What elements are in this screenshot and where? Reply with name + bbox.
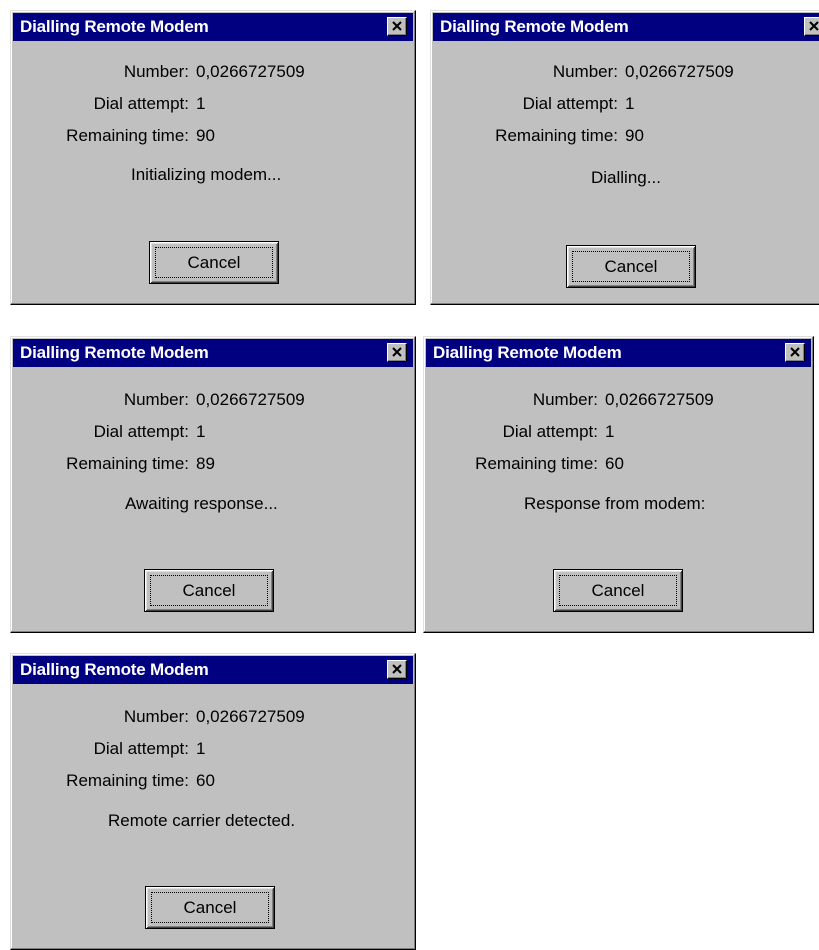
dialog-title: Dialling Remote Modem bbox=[20, 660, 209, 679]
remaining-time-label: Remaining time: bbox=[66, 126, 189, 145]
dial-attempt-value: 1 bbox=[605, 422, 615, 441]
close-icon bbox=[392, 21, 402, 31]
title-bar[interactable]: Dialling Remote Modem bbox=[426, 339, 811, 367]
close-button[interactable] bbox=[387, 660, 407, 679]
dialing-dialog-3: Dialling Remote Modem Number: 0,02667275… bbox=[10, 336, 416, 633]
close-button[interactable] bbox=[804, 17, 819, 36]
dialog-title: Dialling Remote Modem bbox=[440, 17, 629, 36]
close-button[interactable] bbox=[387, 343, 407, 362]
title-bar[interactable]: Dialling Remote Modem bbox=[13, 339, 413, 367]
remaining-time-value: 90 bbox=[625, 126, 644, 145]
remaining-time-value: 60 bbox=[196, 771, 215, 790]
number-value: 0,0266727509 bbox=[605, 390, 714, 409]
number-value: 0,0266727509 bbox=[196, 62, 305, 81]
number-label: Number: bbox=[123, 707, 189, 726]
dial-attempt-value: 1 bbox=[625, 94, 635, 113]
cancel-button-label: Cancel bbox=[187, 253, 241, 272]
remaining-time-label: Remaining time: bbox=[475, 454, 598, 473]
cancel-button-label: Cancel bbox=[183, 898, 237, 917]
dialing-dialog-2: Dialling Remote Modem Number: 0,02667275… bbox=[430, 10, 819, 305]
number-label: Number: bbox=[552, 62, 618, 81]
close-button[interactable] bbox=[387, 17, 407, 36]
remaining-time-value: 89 bbox=[196, 454, 215, 473]
dial-attempt-label: Dial attempt: bbox=[93, 422, 189, 441]
remaining-time-label: Remaining time: bbox=[66, 454, 189, 473]
remaining-time-value: 90 bbox=[196, 126, 215, 145]
status-text: Awaiting response... bbox=[125, 494, 278, 513]
dial-attempt-label: Dial attempt: bbox=[93, 94, 189, 113]
number-value: 0,0266727509 bbox=[196, 390, 305, 409]
dial-attempt-value: 1 bbox=[196, 739, 206, 758]
dialing-dialog-5: Dialling Remote Modem Number: 0,02667275… bbox=[10, 653, 416, 950]
cancel-button[interactable]: Cancel bbox=[553, 569, 683, 612]
number-value: 0,0266727509 bbox=[196, 707, 305, 726]
dial-attempt-value: 1 bbox=[196, 422, 206, 441]
number-label: Number: bbox=[123, 390, 189, 409]
close-icon bbox=[392, 664, 402, 674]
cancel-button[interactable]: Cancel bbox=[145, 886, 275, 929]
number-label: Number: bbox=[532, 390, 598, 409]
close-icon bbox=[809, 21, 819, 31]
dialing-dialog-4: Dialling Remote Modem Number: 0,02667275… bbox=[423, 336, 814, 633]
title-bar[interactable]: Dialling Remote Modem bbox=[13, 656, 413, 684]
dialog-title: Dialling Remote Modem bbox=[20, 17, 209, 36]
dial-attempt-label: Dial attempt: bbox=[522, 94, 618, 113]
close-icon bbox=[790, 347, 800, 357]
cancel-button[interactable]: Cancel bbox=[149, 241, 279, 284]
remaining-time-label: Remaining time: bbox=[495, 126, 618, 145]
dial-attempt-label: Dial attempt: bbox=[93, 739, 189, 758]
dialog-title: Dialling Remote Modem bbox=[433, 343, 622, 362]
status-text: Response from modem: bbox=[524, 494, 706, 513]
cancel-button-label: Cancel bbox=[182, 581, 236, 600]
status-text: Remote carrier detected. bbox=[108, 811, 296, 830]
remaining-time-label: Remaining time: bbox=[66, 771, 189, 790]
dial-attempt-value: 1 bbox=[196, 94, 206, 113]
cancel-button-label: Cancel bbox=[604, 257, 658, 276]
number-label: Number: bbox=[123, 62, 189, 81]
status-text: Dialling... bbox=[591, 168, 661, 187]
dial-attempt-label: Dial attempt: bbox=[502, 422, 598, 441]
cancel-button[interactable]: Cancel bbox=[144, 569, 274, 612]
dialog-title: Dialling Remote Modem bbox=[20, 343, 209, 362]
status-text: Initializing modem... bbox=[131, 165, 282, 184]
remaining-time-value: 60 bbox=[605, 454, 624, 473]
cancel-button-label: Cancel bbox=[591, 581, 645, 600]
close-button[interactable] bbox=[785, 343, 805, 362]
title-bar[interactable]: Dialling Remote Modem bbox=[433, 13, 819, 41]
cancel-button[interactable]: Cancel bbox=[566, 245, 696, 288]
number-value: 0,0266727509 bbox=[625, 62, 734, 81]
title-bar[interactable]: Dialling Remote Modem bbox=[13, 13, 413, 41]
dialing-dialog-1: Dialling Remote Modem Number: 0,02667275… bbox=[10, 10, 416, 305]
close-icon bbox=[392, 347, 402, 357]
